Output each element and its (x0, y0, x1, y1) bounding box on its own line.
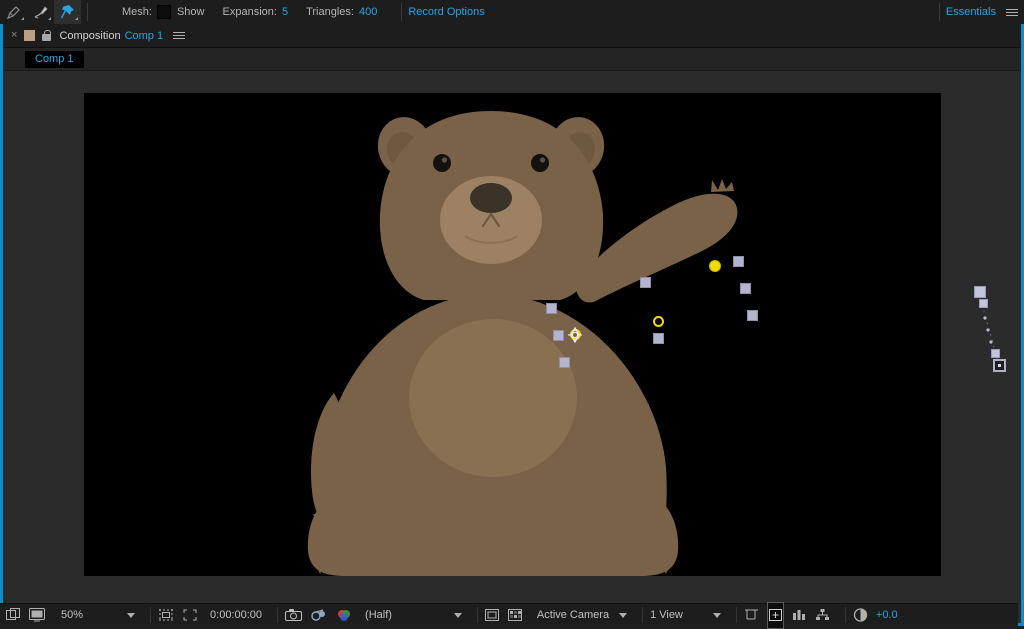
toggle-transparency-grid-icon[interactable] (485, 604, 500, 627)
workspace-selector[interactable]: Essentials (946, 6, 1024, 18)
chevron-down-icon[interactable] (713, 613, 721, 618)
motion-keyframe[interactable] (991, 349, 1000, 358)
toggle-mask-visibility-icon[interactable] (508, 604, 523, 627)
reset-exposure-icon[interactable] (853, 604, 868, 627)
top-toolbar: Mesh: Show Expansion: 5 Triangles: 400 R… (0, 0, 1024, 25)
triangles-label: Triangles: (306, 6, 354, 18)
panel-tab-bar: × Composition Comp 1 (3, 24, 1021, 48)
mesh-show-label[interactable]: Show (177, 6, 205, 18)
statusbar-divider-6 (845, 607, 846, 623)
chevron-down-icon[interactable] (127, 613, 135, 618)
composition-panel: × Composition Comp 1 Comp 1 (0, 24, 1024, 626)
zoom-level-value: 50% (61, 609, 83, 621)
camera-selector[interactable]: Active Camera (537, 604, 627, 627)
expansion-option: Expansion: 5 (223, 6, 289, 18)
triangles-value[interactable]: 400 (359, 6, 377, 18)
exposure-value: +0.0 (876, 609, 898, 621)
exposure-value-field[interactable]: +0.0 (876, 604, 898, 627)
tool-flyout-corner (75, 17, 78, 20)
expansion-value[interactable]: 5 (282, 6, 288, 18)
grid-and-guide-options-icon[interactable] (158, 604, 174, 627)
main-viewer-icon[interactable] (29, 604, 45, 627)
viewer-status-bar: 50% 0:00:00:00 (0, 603, 1018, 626)
workspace-menu-icon[interactable] (1006, 7, 1018, 18)
statusbar-divider (150, 607, 151, 623)
show-snapshot-icon[interactable] (310, 604, 328, 627)
mesh-option: Mesh: Show (122, 5, 205, 19)
close-icon[interactable]: × (11, 30, 17, 41)
fast-previews-icon[interactable] (767, 602, 784, 629)
toggle-viewer-layouts-icon[interactable] (6, 604, 21, 627)
statusbar-divider-5 (736, 607, 737, 623)
chevron-down-icon[interactable] (454, 613, 462, 618)
current-timecode[interactable]: 0:00:00:00 (210, 604, 262, 627)
pixel-aspect-ratio-correction-icon[interactable] (744, 604, 759, 627)
comp-flowchart-icon[interactable] (815, 604, 830, 627)
motion-keyframe[interactable] (974, 286, 986, 298)
views-value: 1 View (650, 609, 683, 621)
tool-flyout-corner (48, 17, 51, 20)
lock-icon[interactable] (42, 30, 51, 41)
show-channel-icon[interactable] (336, 604, 353, 627)
statusbar-divider-3 (477, 607, 478, 623)
breadcrumb-item-comp1[interactable]: Comp 1 (25, 51, 84, 68)
toolbar-divider (87, 3, 88, 21)
breadcrumb: Comp 1 (3, 48, 1021, 71)
record-options-label: Record Options (408, 6, 484, 18)
statusbar-divider-2 (277, 607, 278, 623)
puppet-pin-tool-icon[interactable] (54, 0, 81, 24)
motion-path (3, 71, 1021, 604)
composition-swatch-icon (24, 30, 35, 41)
take-snapshot-icon[interactable] (285, 604, 302, 627)
panel-title: Composition (59, 30, 120, 42)
roto-brush-tool-icon[interactable] (27, 0, 54, 24)
tool-flyout-corner (21, 17, 24, 20)
zoom-level-selector[interactable]: 50% (61, 604, 135, 627)
chevron-down-icon[interactable] (619, 613, 627, 618)
toolbar-divider-3 (939, 3, 940, 21)
mesh-label: Mesh: (122, 6, 152, 18)
toolbar-divider-2 (401, 3, 402, 21)
pen-tool-icon[interactable] (0, 0, 27, 24)
timecode-value: 0:00:00:00 (210, 609, 262, 621)
composition-viewer[interactable] (3, 71, 1021, 604)
motion-keyframe[interactable] (979, 299, 988, 308)
region-of-interest-icon[interactable] (182, 604, 198, 627)
workspace-name: Essentials (946, 6, 996, 18)
tool-group (0, 0, 81, 24)
panel-menu-icon[interactable] (173, 30, 185, 41)
mesh-show-checkbox[interactable] (157, 5, 171, 19)
triangles-option: Triangles: 400 (306, 6, 377, 18)
resolution-value: (Half) (365, 609, 392, 621)
camera-value: Active Camera (537, 609, 609, 621)
resolution-selector[interactable]: (Half) (365, 604, 462, 627)
record-options-button[interactable]: Record Options (408, 6, 484, 18)
expansion-label: Expansion: (223, 6, 277, 18)
views-selector[interactable]: 1 View (650, 604, 721, 627)
panel-comp-name: Comp 1 (125, 30, 164, 42)
timeline-icon[interactable] (792, 604, 807, 627)
motion-keyframe-selected[interactable] (993, 359, 1006, 372)
statusbar-divider-4 (642, 607, 643, 623)
